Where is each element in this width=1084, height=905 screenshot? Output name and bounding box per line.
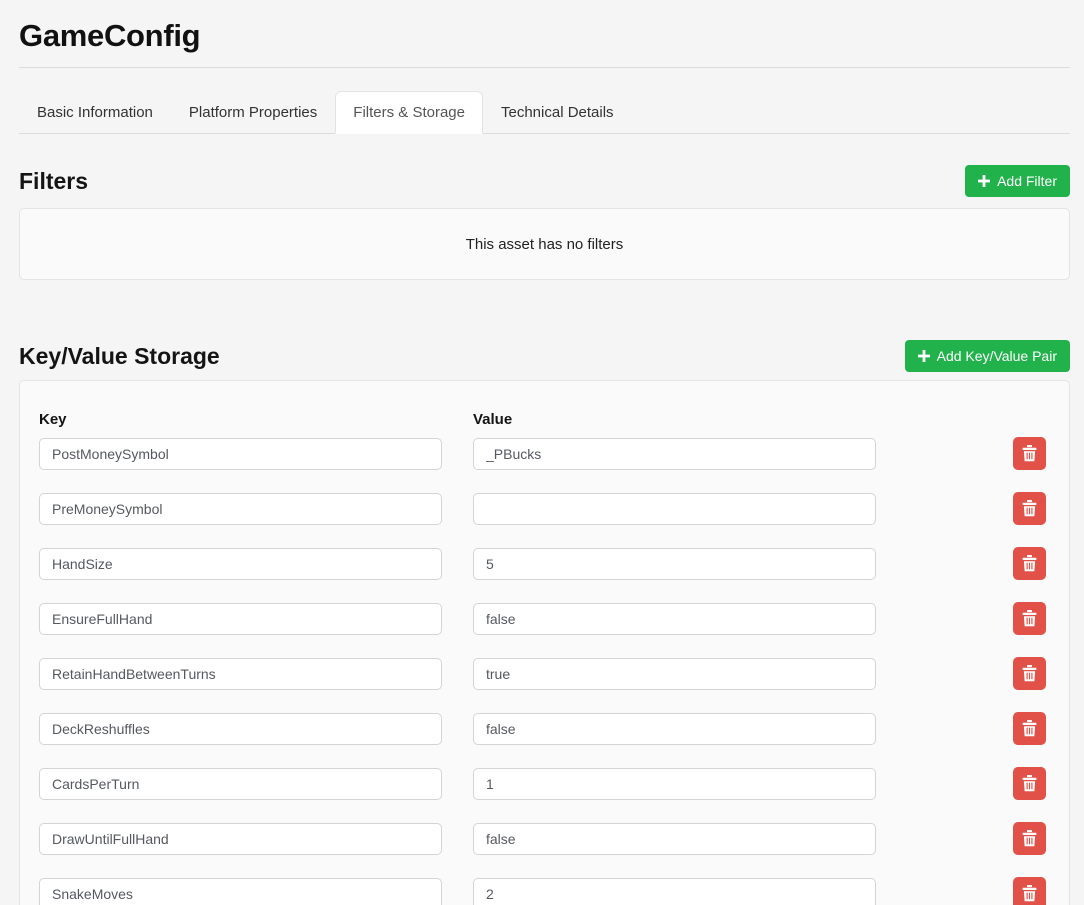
add-filter-button[interactable]: Add Filter <box>965 165 1070 197</box>
kv-row <box>39 822 1050 855</box>
filters-empty-box: This asset has no filters <box>19 208 1070 280</box>
trash-icon <box>1022 775 1037 792</box>
key-input[interactable] <box>39 878 442 905</box>
delete-pair-button[interactable] <box>1013 547 1046 580</box>
kv-rows <box>39 437 1050 905</box>
value-input[interactable] <box>473 493 876 525</box>
key-input[interactable] <box>39 713 442 745</box>
value-input[interactable] <box>473 548 876 580</box>
key-input[interactable] <box>39 603 442 635</box>
key-input[interactable] <box>39 438 442 470</box>
delete-pair-button[interactable] <box>1013 602 1046 635</box>
delete-pair-button[interactable] <box>1013 492 1046 525</box>
trash-icon <box>1022 665 1037 682</box>
add-kv-pair-label: Add Key/Value Pair <box>937 348 1057 364</box>
filters-empty-message: This asset has no filters <box>466 236 624 253</box>
delete-pair-button[interactable] <box>1013 437 1046 470</box>
trash-icon <box>1022 445 1037 462</box>
tab-bar: Basic InformationPlatform PropertiesFilt… <box>19 91 1070 134</box>
trash-icon <box>1022 830 1037 847</box>
kv-row <box>39 547 1050 580</box>
key-input[interactable] <box>39 823 442 855</box>
value-input[interactable] <box>473 878 876 905</box>
storage-heading: Key/Value Storage <box>19 343 220 370</box>
filters-heading: Filters <box>19 168 88 195</box>
tab-platform-properties[interactable]: Platform Properties <box>171 91 335 134</box>
key-input[interactable] <box>39 768 442 800</box>
trash-icon <box>1022 610 1037 627</box>
add-filter-label: Add Filter <box>997 173 1057 189</box>
plus-icon <box>978 175 990 187</box>
value-input[interactable] <box>473 438 876 470</box>
title-divider <box>19 67 1070 68</box>
storage-section: Key/Value Storage Add Key/Value Pair Key… <box>19 340 1070 905</box>
value-input[interactable] <box>473 603 876 635</box>
page: GameConfig Basic InformationPlatform Pro… <box>0 0 1084 905</box>
tab-technical-details[interactable]: Technical Details <box>483 91 632 134</box>
key-input[interactable] <box>39 493 442 525</box>
delete-pair-button[interactable] <box>1013 657 1046 690</box>
kv-row <box>39 877 1050 905</box>
kv-row <box>39 602 1050 635</box>
kv-header-row: Key Value <box>39 411 1050 428</box>
key-input[interactable] <box>39 548 442 580</box>
page-title: GameConfig <box>19 18 1070 54</box>
trash-icon <box>1022 720 1037 737</box>
kv-row <box>39 712 1050 745</box>
key-input[interactable] <box>39 658 442 690</box>
value-input[interactable] <box>473 768 876 800</box>
tab-basic-information[interactable]: Basic Information <box>19 91 171 134</box>
tab-filters-storage[interactable]: Filters & Storage <box>335 91 483 134</box>
plus-icon <box>918 350 930 362</box>
filters-section: Filters Add Filter This asset has no fil… <box>19 165 1070 280</box>
kv-row <box>39 767 1050 800</box>
kv-row <box>39 657 1050 690</box>
delete-pair-button[interactable] <box>1013 877 1046 905</box>
value-input[interactable] <box>473 823 876 855</box>
value-column-header: Value <box>473 411 876 428</box>
key-column-header: Key <box>39 411 442 428</box>
delete-pair-button[interactable] <box>1013 767 1046 800</box>
kv-storage-box: Key Value <box>19 380 1070 905</box>
trash-icon <box>1022 885 1037 902</box>
add-kv-pair-button[interactable]: Add Key/Value Pair <box>905 340 1070 372</box>
value-input[interactable] <box>473 713 876 745</box>
trash-icon <box>1022 555 1037 572</box>
delete-pair-button[interactable] <box>1013 712 1046 745</box>
delete-pair-button[interactable] <box>1013 822 1046 855</box>
kv-row <box>39 492 1050 525</box>
value-input[interactable] <box>473 658 876 690</box>
kv-row <box>39 437 1050 470</box>
trash-icon <box>1022 500 1037 517</box>
